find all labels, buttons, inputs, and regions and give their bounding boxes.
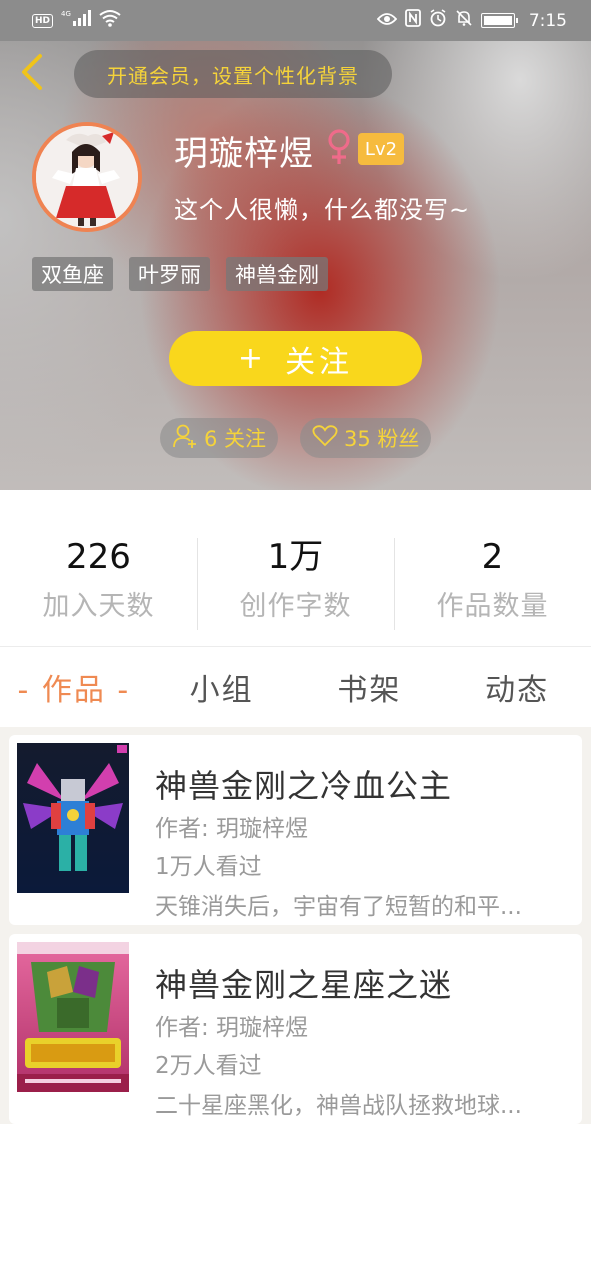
stat-value: 226	[66, 537, 131, 577]
wifi-icon	[99, 9, 121, 32]
hd-icon: HD	[32, 13, 54, 28]
tab-bookshelf[interactable]: 书架	[296, 665, 444, 709]
profile-page: HD 4G 7:15 开通会员，设置个性化背景 玥璇梓煜 Lv2 这个人很懒，什…	[0, 0, 591, 1280]
following-count-button[interactable]: 6 关注	[160, 418, 279, 458]
stat-label: 加入天数	[42, 591, 155, 622]
plus-icon: +	[237, 341, 268, 376]
following-label: 6 关注	[204, 427, 267, 451]
tab-groups[interactable]: 小组	[148, 665, 296, 709]
eye-icon	[376, 11, 398, 31]
add-user-icon	[172, 423, 198, 454]
female-icon	[326, 128, 352, 170]
profile-tabs: - 作品 - 小组 书架 动态	[0, 647, 591, 727]
tag-item: 叶罗丽	[129, 257, 210, 291]
stat-works-count: 2 作品数量	[394, 536, 591, 630]
work-author: 作者: 玥璇梓煜	[155, 1015, 309, 1041]
nfc-icon	[404, 9, 421, 32]
work-description: 天锥消失后，宇宙有了短暂的和平...	[155, 894, 522, 920]
status-time: 7:15	[528, 10, 567, 31]
stat-value: 2	[481, 537, 504, 577]
alarm-icon	[429, 9, 447, 32]
stat-word-count: 1万 创作字数	[197, 536, 394, 630]
stat-label: 作品数量	[436, 591, 549, 622]
work-author: 作者: 玥璇梓煜	[155, 816, 309, 842]
mute-icon	[455, 9, 473, 32]
profile-header: HD 4G 7:15 开通会员，设置个性化背景 玥璇梓煜 Lv2 这个人很懒，什…	[0, 0, 591, 490]
user-tags: 双鱼座 叶罗丽 神兽金刚	[32, 257, 328, 291]
work-title: 神兽金刚之冷血公主	[155, 767, 453, 805]
stat-label: 创作字数	[239, 591, 352, 622]
work-card[interactable]: 神兽金刚之冷血公主 作者: 玥璇梓煜 1万人看过 天锥消失后，宇宙有了短暂的和平…	[9, 735, 582, 925]
work-title: 神兽金刚之星座之迷	[155, 966, 453, 1004]
work-card[interactable]: 神兽金刚之星座之迷 作者: 玥璇梓煜 2万人看过 二十星座黑化，神兽战队拯救地球…	[9, 934, 582, 1124]
heart-icon	[312, 424, 338, 453]
user-bio: 这个人很懒，什么都没写~	[174, 196, 471, 224]
tab-works[interactable]: - 作品 -	[0, 665, 148, 709]
tag-item: 神兽金刚	[226, 257, 328, 291]
work-views: 1万人看过	[155, 854, 262, 880]
tab-activity[interactable]: 动态	[443, 665, 591, 709]
book-cover-image	[17, 942, 129, 1092]
status-bar: HD 4G 7:15	[0, 0, 591, 41]
follow-label: 关注	[285, 344, 354, 380]
chevron-left-icon	[18, 52, 46, 96]
avatar[interactable]	[32, 122, 142, 232]
battery-icon	[480, 13, 518, 28]
fans-label: 35 粉丝	[344, 427, 420, 451]
stat-join-days: 226 加入天数	[0, 536, 197, 630]
work-description: 二十星座黑化，神兽战队拯救地球...	[155, 1093, 522, 1119]
4g-signal-icon: 4G	[61, 9, 92, 32]
works-list: 神兽金刚之冷血公主 作者: 玥璇梓煜 1万人看过 天锥消失后，宇宙有了短暂的和平…	[0, 727, 591, 1124]
book-cover-image	[17, 743, 129, 893]
work-views: 2万人看过	[155, 1053, 262, 1079]
stat-value: 1万	[267, 537, 324, 577]
follow-button[interactable]: + 关注	[169, 331, 422, 386]
tag-item: 双鱼座	[32, 257, 113, 291]
level-badge: Lv2	[358, 133, 404, 165]
username: 玥璇梓煜	[174, 134, 314, 174]
svg-text:4G: 4G	[61, 10, 71, 18]
fans-count-button[interactable]: 35 粉丝	[300, 418, 432, 458]
member-background-banner[interactable]: 开通会员，设置个性化背景	[74, 50, 392, 98]
back-button[interactable]	[12, 52, 52, 96]
stats-bar: 226 加入天数 1万 创作字数 2 作品数量	[0, 490, 591, 647]
